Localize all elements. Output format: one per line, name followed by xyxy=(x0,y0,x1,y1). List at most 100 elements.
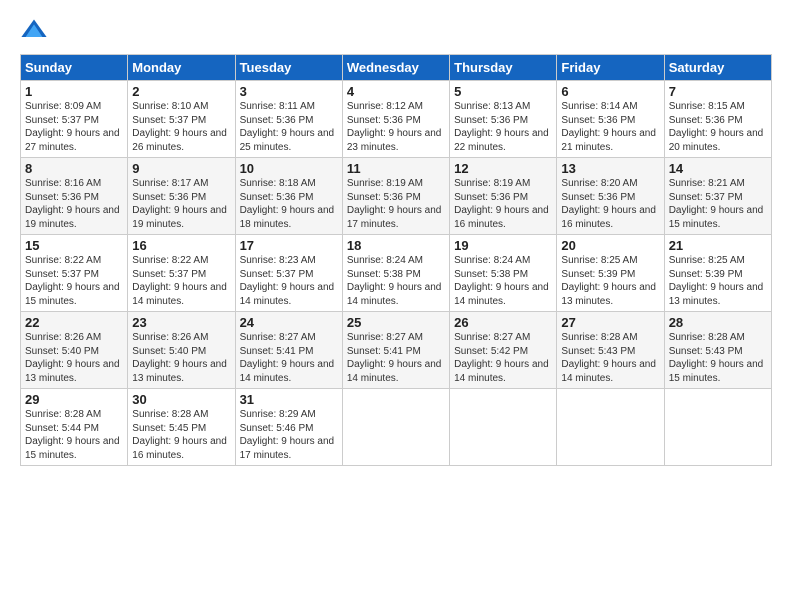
day-number: 9 xyxy=(132,161,230,176)
day-number: 19 xyxy=(454,238,552,253)
header xyxy=(20,16,772,44)
day-info: Sunrise: 8:15 AMSunset: 5:36 PMDaylight:… xyxy=(669,100,767,154)
calendar-header: SundayMondayTuesdayWednesdayThursdayFrid… xyxy=(21,55,772,81)
calendar-cell: 26Sunrise: 8:27 AMSunset: 5:42 PMDayligh… xyxy=(450,312,557,389)
day-number: 21 xyxy=(669,238,767,253)
day-number: 15 xyxy=(25,238,123,253)
calendar-cell xyxy=(557,389,664,466)
header-day-thursday: Thursday xyxy=(450,55,557,81)
header-day-monday: Monday xyxy=(128,55,235,81)
day-number: 7 xyxy=(669,84,767,99)
calendar-cell: 28Sunrise: 8:28 AMSunset: 5:43 PMDayligh… xyxy=(664,312,771,389)
day-number: 3 xyxy=(240,84,338,99)
day-info: Sunrise: 8:20 AMSunset: 5:36 PMDaylight:… xyxy=(561,177,659,231)
day-info: Sunrise: 8:21 AMSunset: 5:37 PMDaylight:… xyxy=(669,177,767,231)
calendar-cell: 5Sunrise: 8:13 AMSunset: 5:36 PMDaylight… xyxy=(450,81,557,158)
day-number: 14 xyxy=(669,161,767,176)
day-info: Sunrise: 8:28 AMSunset: 5:43 PMDaylight:… xyxy=(669,331,767,385)
day-info: Sunrise: 8:27 AMSunset: 5:41 PMDaylight:… xyxy=(347,331,445,385)
day-info: Sunrise: 8:22 AMSunset: 5:37 PMDaylight:… xyxy=(132,254,230,308)
day-info: Sunrise: 8:23 AMSunset: 5:37 PMDaylight:… xyxy=(240,254,338,308)
day-info: Sunrise: 8:24 AMSunset: 5:38 PMDaylight:… xyxy=(454,254,552,308)
day-info: Sunrise: 8:26 AMSunset: 5:40 PMDaylight:… xyxy=(132,331,230,385)
day-info: Sunrise: 8:13 AMSunset: 5:36 PMDaylight:… xyxy=(454,100,552,154)
calendar-cell: 17Sunrise: 8:23 AMSunset: 5:37 PMDayligh… xyxy=(235,235,342,312)
day-number: 17 xyxy=(240,238,338,253)
calendar-cell: 20Sunrise: 8:25 AMSunset: 5:39 PMDayligh… xyxy=(557,235,664,312)
day-info: Sunrise: 8:16 AMSunset: 5:36 PMDaylight:… xyxy=(25,177,123,231)
day-number: 6 xyxy=(561,84,659,99)
week-row-5: 29Sunrise: 8:28 AMSunset: 5:44 PMDayligh… xyxy=(21,389,772,466)
calendar-cell: 6Sunrise: 8:14 AMSunset: 5:36 PMDaylight… xyxy=(557,81,664,158)
day-info: Sunrise: 8:24 AMSunset: 5:38 PMDaylight:… xyxy=(347,254,445,308)
day-info: Sunrise: 8:28 AMSunset: 5:43 PMDaylight:… xyxy=(561,331,659,385)
day-number: 18 xyxy=(347,238,445,253)
header-day-wednesday: Wednesday xyxy=(342,55,449,81)
day-number: 23 xyxy=(132,315,230,330)
calendar-cell: 15Sunrise: 8:22 AMSunset: 5:37 PMDayligh… xyxy=(21,235,128,312)
day-number: 2 xyxy=(132,84,230,99)
day-number: 10 xyxy=(240,161,338,176)
day-info: Sunrise: 8:19 AMSunset: 5:36 PMDaylight:… xyxy=(454,177,552,231)
calendar-cell: 24Sunrise: 8:27 AMSunset: 5:41 PMDayligh… xyxy=(235,312,342,389)
calendar-cell: 27Sunrise: 8:28 AMSunset: 5:43 PMDayligh… xyxy=(557,312,664,389)
day-info: Sunrise: 8:28 AMSunset: 5:45 PMDaylight:… xyxy=(132,408,230,462)
day-info: Sunrise: 8:19 AMSunset: 5:36 PMDaylight:… xyxy=(347,177,445,231)
day-number: 30 xyxy=(132,392,230,407)
header-day-tuesday: Tuesday xyxy=(235,55,342,81)
day-number: 31 xyxy=(240,392,338,407)
day-info: Sunrise: 8:25 AMSunset: 5:39 PMDaylight:… xyxy=(561,254,659,308)
calendar-cell: 1Sunrise: 8:09 AMSunset: 5:37 PMDaylight… xyxy=(21,81,128,158)
day-info: Sunrise: 8:10 AMSunset: 5:37 PMDaylight:… xyxy=(132,100,230,154)
calendar-cell: 30Sunrise: 8:28 AMSunset: 5:45 PMDayligh… xyxy=(128,389,235,466)
calendar-cell: 10Sunrise: 8:18 AMSunset: 5:36 PMDayligh… xyxy=(235,158,342,235)
calendar-cell: 7Sunrise: 8:15 AMSunset: 5:36 PMDaylight… xyxy=(664,81,771,158)
day-number: 27 xyxy=(561,315,659,330)
calendar-cell: 31Sunrise: 8:29 AMSunset: 5:46 PMDayligh… xyxy=(235,389,342,466)
calendar-cell: 23Sunrise: 8:26 AMSunset: 5:40 PMDayligh… xyxy=(128,312,235,389)
day-number: 29 xyxy=(25,392,123,407)
header-day-sunday: Sunday xyxy=(21,55,128,81)
calendar-cell: 14Sunrise: 8:21 AMSunset: 5:37 PMDayligh… xyxy=(664,158,771,235)
day-number: 28 xyxy=(669,315,767,330)
day-info: Sunrise: 8:26 AMSunset: 5:40 PMDaylight:… xyxy=(25,331,123,385)
calendar-cell: 11Sunrise: 8:19 AMSunset: 5:36 PMDayligh… xyxy=(342,158,449,235)
day-number: 1 xyxy=(25,84,123,99)
logo-icon xyxy=(20,16,48,44)
calendar-cell: 22Sunrise: 8:26 AMSunset: 5:40 PMDayligh… xyxy=(21,312,128,389)
calendar-cell: 21Sunrise: 8:25 AMSunset: 5:39 PMDayligh… xyxy=(664,235,771,312)
day-number: 20 xyxy=(561,238,659,253)
day-number: 22 xyxy=(25,315,123,330)
calendar-cell: 4Sunrise: 8:12 AMSunset: 5:36 PMDaylight… xyxy=(342,81,449,158)
calendar-cell: 19Sunrise: 8:24 AMSunset: 5:38 PMDayligh… xyxy=(450,235,557,312)
calendar-cell: 9Sunrise: 8:17 AMSunset: 5:36 PMDaylight… xyxy=(128,158,235,235)
day-number: 13 xyxy=(561,161,659,176)
calendar-cell xyxy=(664,389,771,466)
week-row-3: 15Sunrise: 8:22 AMSunset: 5:37 PMDayligh… xyxy=(21,235,772,312)
day-info: Sunrise: 8:18 AMSunset: 5:36 PMDaylight:… xyxy=(240,177,338,231)
day-info: Sunrise: 8:12 AMSunset: 5:36 PMDaylight:… xyxy=(347,100,445,154)
day-info: Sunrise: 8:25 AMSunset: 5:39 PMDaylight:… xyxy=(669,254,767,308)
day-info: Sunrise: 8:17 AMSunset: 5:36 PMDaylight:… xyxy=(132,177,230,231)
calendar-cell: 18Sunrise: 8:24 AMSunset: 5:38 PMDayligh… xyxy=(342,235,449,312)
day-number: 12 xyxy=(454,161,552,176)
calendar-cell: 29Sunrise: 8:28 AMSunset: 5:44 PMDayligh… xyxy=(21,389,128,466)
calendar-cell: 2Sunrise: 8:10 AMSunset: 5:37 PMDaylight… xyxy=(128,81,235,158)
calendar-body: 1Sunrise: 8:09 AMSunset: 5:37 PMDaylight… xyxy=(21,81,772,466)
calendar-cell: 12Sunrise: 8:19 AMSunset: 5:36 PMDayligh… xyxy=(450,158,557,235)
day-number: 5 xyxy=(454,84,552,99)
week-row-2: 8Sunrise: 8:16 AMSunset: 5:36 PMDaylight… xyxy=(21,158,772,235)
calendar-cell xyxy=(450,389,557,466)
day-number: 8 xyxy=(25,161,123,176)
day-number: 11 xyxy=(347,161,445,176)
day-info: Sunrise: 8:09 AMSunset: 5:37 PMDaylight:… xyxy=(25,100,123,154)
day-number: 16 xyxy=(132,238,230,253)
calendar-cell: 25Sunrise: 8:27 AMSunset: 5:41 PMDayligh… xyxy=(342,312,449,389)
week-row-1: 1Sunrise: 8:09 AMSunset: 5:37 PMDaylight… xyxy=(21,81,772,158)
page-container: SundayMondayTuesdayWednesdayThursdayFrid… xyxy=(0,0,792,476)
day-info: Sunrise: 8:27 AMSunset: 5:41 PMDaylight:… xyxy=(240,331,338,385)
day-number: 24 xyxy=(240,315,338,330)
day-info: Sunrise: 8:28 AMSunset: 5:44 PMDaylight:… xyxy=(25,408,123,462)
logo xyxy=(20,16,52,44)
day-info: Sunrise: 8:22 AMSunset: 5:37 PMDaylight:… xyxy=(25,254,123,308)
